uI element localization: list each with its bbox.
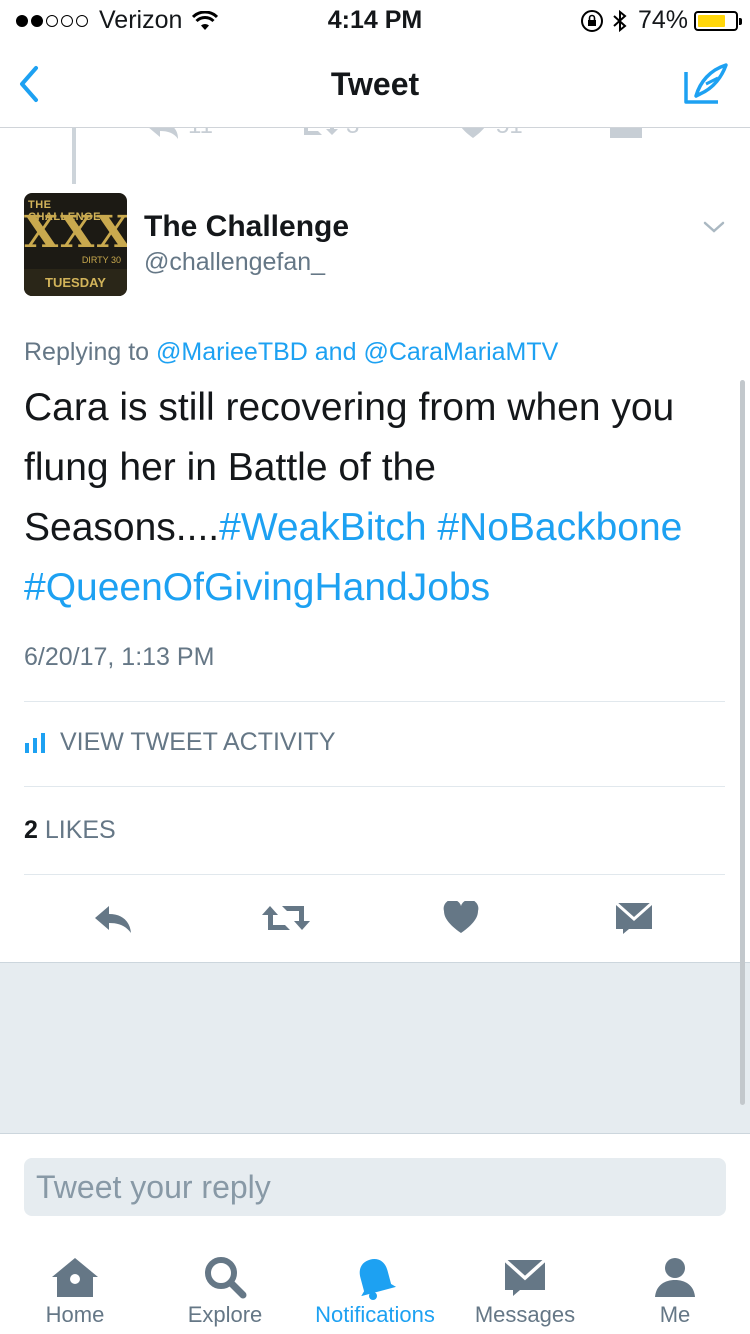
previous-message-action [610, 128, 642, 140]
avatar-date-text: DIRTY 30 [81, 255, 121, 265]
battery-icon [694, 10, 742, 31]
tab-messages[interactable]: Messages [450, 1240, 600, 1334]
tab-bar: Home Explore Notifications Messages Me [0, 1240, 750, 1334]
replying-and: and [314, 338, 357, 366]
tweet-timestamp: 6/20/17, 1:13 PM [24, 643, 215, 671]
envelope-icon [495, 1254, 555, 1300]
likes-count-link[interactable]: 2 LIKES [24, 816, 116, 845]
search-icon [195, 1254, 255, 1300]
tab-me-label: Me [659, 1302, 691, 1327]
bar-chart-icon [25, 732, 45, 753]
divider [24, 701, 725, 702]
divider [24, 874, 725, 875]
avatar-title-text: XXX [24, 207, 127, 258]
user-handle[interactable]: @challengefan_ [144, 248, 325, 277]
previous-like-count: 51 [458, 128, 523, 140]
scrollbar[interactable] [740, 380, 745, 1105]
tab-messages-label: Messages [474, 1302, 576, 1327]
reply-button[interactable] [88, 896, 138, 940]
bluetooth-icon [613, 9, 627, 32]
tab-explore[interactable]: Explore [150, 1240, 300, 1334]
nav-bar: Tweet [0, 40, 750, 128]
previous-retweet-count: 3 [300, 128, 359, 140]
tab-me[interactable]: Me [600, 1240, 750, 1334]
bell-icon [345, 1254, 405, 1300]
status-bar: Verizon 4:14 PM 74% [0, 0, 750, 40]
avatar[interactable]: THE CHALLENGE XXX DIRTY 30 TUESDAY [24, 193, 127, 296]
mention-link-1[interactable]: @MarieeTBD [156, 338, 308, 366]
replying-prefix: Replying to [24, 338, 150, 366]
envelope-icon [610, 128, 642, 138]
reply-input[interactable]: Tweet your reply [24, 1158, 726, 1216]
tab-home-label: Home [45, 1302, 105, 1327]
retweet-button[interactable] [260, 896, 312, 940]
person-icon [645, 1254, 705, 1300]
previous-reply-count: 11 [146, 128, 213, 140]
status-right: 74% [580, 6, 742, 35]
heart-icon [461, 128, 485, 138]
mention-link-2[interactable]: @CaraMariaMTV [363, 338, 558, 366]
retweet-icon [304, 128, 338, 135]
hashtag-link-2[interactable]: #NoBackbone [437, 506, 682, 549]
likes-label: LIKES [44, 816, 116, 844]
orientation-lock-icon [580, 9, 603, 32]
page-title: Tweet [330, 66, 420, 102]
envelope-icon [615, 902, 653, 934]
tab-notifications-label: Notifications [315, 1302, 435, 1327]
avatar-bottom-text: TUESDAY [45, 275, 106, 290]
display-name[interactable]: The Challenge [144, 210, 349, 244]
battery-percent: 74% [637, 6, 688, 34]
direct-message-button[interactable] [610, 896, 658, 940]
chevron-down-icon[interactable] [702, 218, 726, 236]
tab-explore-label: Explore [187, 1302, 263, 1327]
divider [24, 786, 725, 787]
like-button[interactable] [437, 896, 485, 940]
likes-count: 2 [24, 816, 38, 844]
previous-tweet-actions: 11 3 51 [0, 128, 750, 142]
retweet-icon [262, 906, 310, 930]
tab-home[interactable]: Home [0, 1240, 150, 1334]
home-icon [45, 1254, 105, 1300]
compose-tweet-icon[interactable] [682, 62, 730, 106]
tweet-text: Cara is still recovering from when you f… [24, 378, 724, 618]
view-tweet-activity-link[interactable]: VIEW TWEET ACTIVITY [24, 728, 336, 757]
activity-label: VIEW TWEET ACTIVITY [60, 728, 336, 756]
replies-area [0, 962, 750, 1134]
tab-notifications[interactable]: Notifications [300, 1240, 450, 1334]
heart-icon [443, 901, 479, 933]
reply-icon [95, 906, 131, 933]
replying-to: Replying to @MarieeTBD and @CaraMariaMTV [24, 338, 558, 367]
hashtag-link-1[interactable]: #WeakBitch [219, 506, 426, 549]
hashtag-link-3[interactable]: #QueenOfGivingHandJobs [24, 566, 490, 609]
reply-icon [149, 128, 178, 139]
